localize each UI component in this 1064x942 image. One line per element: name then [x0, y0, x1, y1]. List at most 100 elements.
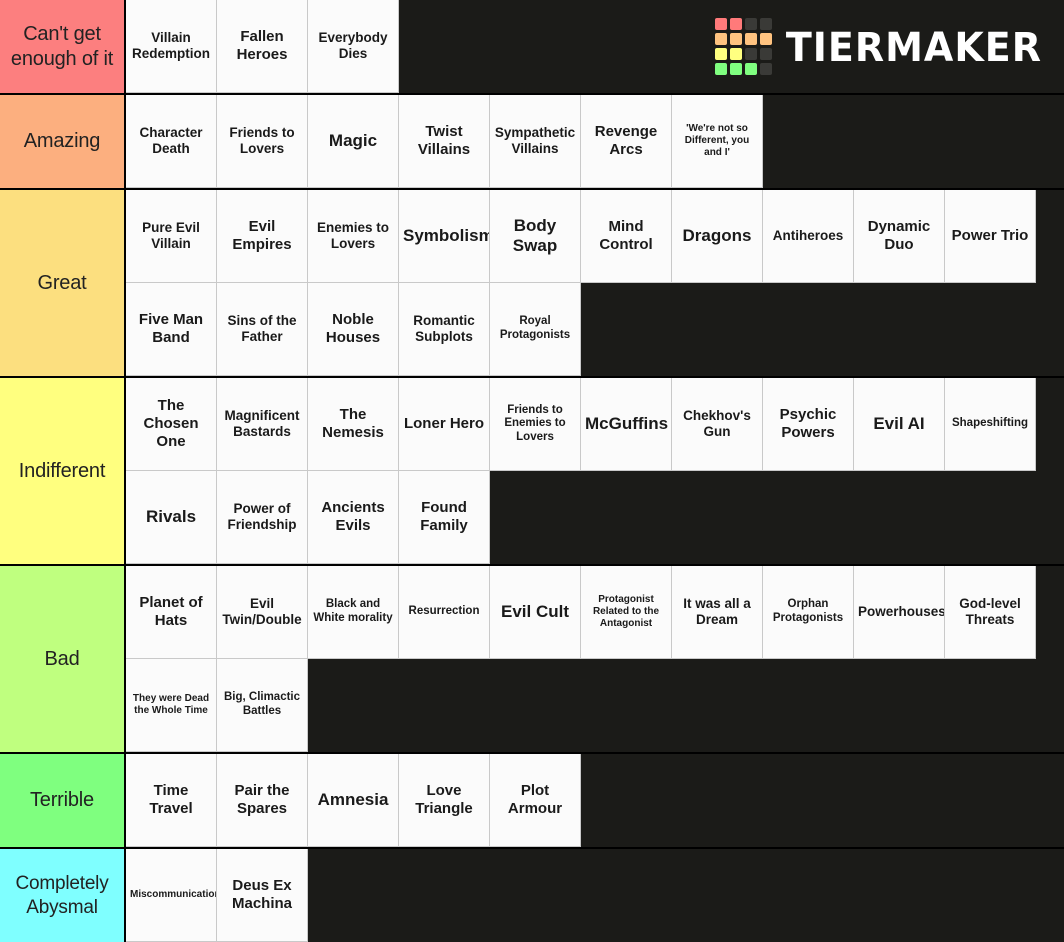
logo-cell-green — [714, 63, 727, 75]
tier-item-tile[interactable]: Psychic Powers — [763, 378, 854, 471]
tier-item-tile[interactable]: Time Travel — [126, 754, 217, 847]
tiermaker-logo: TIERMAKER — [714, 18, 1042, 75]
tier-item-tile[interactable]: Plot Armour — [490, 754, 581, 847]
tier-item-tile[interactable]: Royal Protagonists — [490, 283, 581, 376]
tier-items-indifferent[interactable]: The Chosen One Magnificent Bastards The Ne… — [126, 378, 1064, 564]
tier-item-tile[interactable]: Evil Twin/Double — [217, 566, 308, 659]
tier-label-amazing[interactable]: Amazing — [0, 95, 126, 188]
tier-item-tile[interactable]: Love Triangle — [399, 754, 490, 847]
tier-list-header: Can't get enough of it Villain Redemptio… — [0, 0, 1064, 95]
tier-items-bad[interactable]: Planet of Hats Evil Twin/Double Black and … — [126, 566, 1064, 752]
tier-item-label: Dynamic Duo — [867, 218, 931, 253]
tier-item-tile[interactable]: Rivals — [126, 471, 217, 564]
tier-item-tile[interactable]: The Chosen One — [126, 378, 217, 471]
tier-item-tile[interactable]: Shapeshifting — [945, 378, 1036, 471]
tier-item-tile[interactable]: 'We're not so Different, you and I' — [672, 95, 763, 188]
tier-item-label: Friends to Enemies to Lovers — [504, 403, 566, 443]
tier-item-label: 'We're not so Different, you and I' — [684, 123, 750, 158]
tier-item-label: Protagonist Related to the Antagonist — [592, 594, 660, 629]
tier-item-label: Dragons — [682, 225, 752, 245]
tier-item-tile[interactable]: Dynamic Duo — [854, 190, 945, 283]
tier-item-tile[interactable]: Five Man Band — [126, 283, 217, 376]
tier-item-tile[interactable]: Resurrection — [399, 566, 490, 659]
tier-item-tile[interactable]: Loner Hero — [399, 378, 490, 471]
tier-item-tile[interactable]: Friends to Lovers — [217, 95, 308, 188]
tier-item-label: Time Travel — [149, 782, 193, 817]
tier-row-terrible: Terrible Time Travel Pair the Spares Amnesi… — [0, 754, 1064, 849]
logo-cell-empty — [744, 18, 757, 30]
tier-label-indifferent[interactable]: Indifferent — [0, 378, 126, 564]
tier-item-label: They were Dead the Whole Time — [132, 693, 210, 716]
tier-item-tile[interactable]: Pure Evil Villain — [126, 190, 217, 283]
tier-item-tile[interactable]: Pair the Spares — [217, 754, 308, 847]
tier-item-tile[interactable]: Miscommunication — [126, 849, 217, 942]
tier-item-tile[interactable]: Evil AI — [854, 378, 945, 471]
tier-items-cant-get-enough-of-it[interactable]: Villain Redemption Fallen Heroes Everybody… — [126, 0, 399, 93]
tier-label-cant-get-enough-of-it[interactable]: Can't get enough of it — [0, 0, 126, 93]
tier-item-tile[interactable]: God-level Threats — [945, 566, 1036, 659]
tier-item-tile[interactable]: Body Swap — [490, 190, 581, 283]
logo-cell-orange — [714, 33, 727, 45]
tier-item-label: Pure Evil Villain — [142, 220, 200, 251]
tier-item-tile[interactable]: It was all a Dream — [672, 566, 763, 659]
tier-item-label: Magic — [328, 130, 378, 150]
tier-item-tile[interactable]: Magnificent Bastards — [217, 378, 308, 471]
logo-cell-empty — [759, 48, 772, 60]
logo-cell-orange — [759, 33, 772, 45]
tier-item-label: Plot Armour — [507, 782, 563, 817]
tier-item-tile[interactable]: Romantic Subplots — [399, 283, 490, 376]
tier-item-tile[interactable]: Big, Climactic Battles — [217, 659, 308, 752]
tier-item-tile[interactable]: The Nemesis — [308, 378, 399, 471]
tier-item-label: Chekhov's Gun — [683, 408, 751, 439]
tier-item-tile[interactable]: Chekhov's Gun — [672, 378, 763, 471]
tier-item-tile[interactable]: They were Dead the Whole Time — [126, 659, 217, 752]
tier-item-tile[interactable]: Evil Cult — [490, 566, 581, 659]
tier-item-tile[interactable]: Power Trio — [945, 190, 1036, 283]
tier-item-tile[interactable]: Fallen Heroes — [217, 0, 308, 93]
tier-label-terrible[interactable]: Terrible — [0, 754, 126, 847]
logo-cell-yellow — [714, 48, 727, 60]
tier-item-label: Ancients Evils — [321, 499, 385, 534]
tier-label-bad[interactable]: Bad — [0, 566, 126, 752]
tier-item-tile[interactable]: Amnesia — [308, 754, 399, 847]
tier-item-tile[interactable]: Mind Control — [581, 190, 672, 283]
tier-item-tile[interactable]: Power of Friendship — [217, 471, 308, 564]
tier-items-terrible[interactable]: Time Travel Pair the Spares Amnesia Love Tr… — [126, 754, 1064, 847]
tier-item-tile[interactable]: Black and White morality — [308, 566, 399, 659]
tier-item-tile[interactable]: Friends to Enemies to Lovers — [490, 378, 581, 471]
tier-label-completely-abysmal[interactable]: Completely Abysmal — [0, 849, 126, 942]
tier-item-tile[interactable]: Symbolism — [399, 190, 490, 283]
tier-item-tile[interactable]: Villain Redemption — [126, 0, 217, 93]
tier-item-tile[interactable]: Twist Villains — [399, 95, 490, 188]
tier-item-tile[interactable]: Magic — [308, 95, 399, 188]
tier-item-tile[interactable]: Ancients Evils — [308, 471, 399, 564]
tier-items-amazing[interactable]: Character Death Friends to Lovers Magic Twi… — [126, 95, 1064, 188]
tier-item-tile[interactable]: Evil Empires — [217, 190, 308, 283]
tier-list: Can't get enough of it Villain Redemptio… — [0, 0, 1064, 942]
tier-item-label: Villain Redemption — [131, 30, 210, 61]
tier-item-label: Miscommunication — [130, 889, 217, 901]
tier-item-label: Evil Empires — [232, 218, 292, 253]
tier-item-tile[interactable]: Sympathetic Villains — [490, 95, 581, 188]
tier-item-tile[interactable]: Noble Houses — [308, 283, 399, 376]
tier-item-tile[interactable]: Orphan Protagonists — [763, 566, 854, 659]
tier-label-great[interactable]: Great — [0, 190, 126, 376]
tier-item-tile[interactable]: Revenge Arcs — [581, 95, 672, 188]
tier-item-tile[interactable]: Enemies to Lovers — [308, 190, 399, 283]
tier-item-tile[interactable]: Dragons — [672, 190, 763, 283]
tier-item-tile[interactable]: Protagonist Related to the Antagonist — [581, 566, 672, 659]
tier-items-completely-abysmal[interactable]: Miscommunication Deus Ex Machina — [126, 849, 1064, 942]
tier-item-tile[interactable]: McGuffins — [581, 378, 672, 471]
tier-item-label: Big, Climactic Battles — [223, 691, 301, 717]
tier-item-tile[interactable]: Deus Ex Machina — [217, 849, 308, 942]
tier-item-tile[interactable]: Everybody Dies — [308, 0, 399, 93]
tier-item-tile[interactable]: Powerhouses — [854, 566, 945, 659]
tier-items-great[interactable]: Pure Evil Villain Evil Empires Enemies to … — [126, 190, 1064, 376]
tier-item-tile[interactable]: Character Death — [126, 95, 217, 188]
tier-row-completely-abysmal: Completely Abysmal Miscommunication Deus E… — [0, 849, 1064, 942]
tier-item-tile[interactable]: Found Family — [399, 471, 490, 564]
tier-item-label: Psychic Powers — [779, 406, 837, 441]
tier-item-tile[interactable]: Antiheroes — [763, 190, 854, 283]
tier-item-tile[interactable]: Planet of Hats — [126, 566, 217, 659]
tier-item-tile[interactable]: Sins of the Father — [217, 283, 308, 376]
